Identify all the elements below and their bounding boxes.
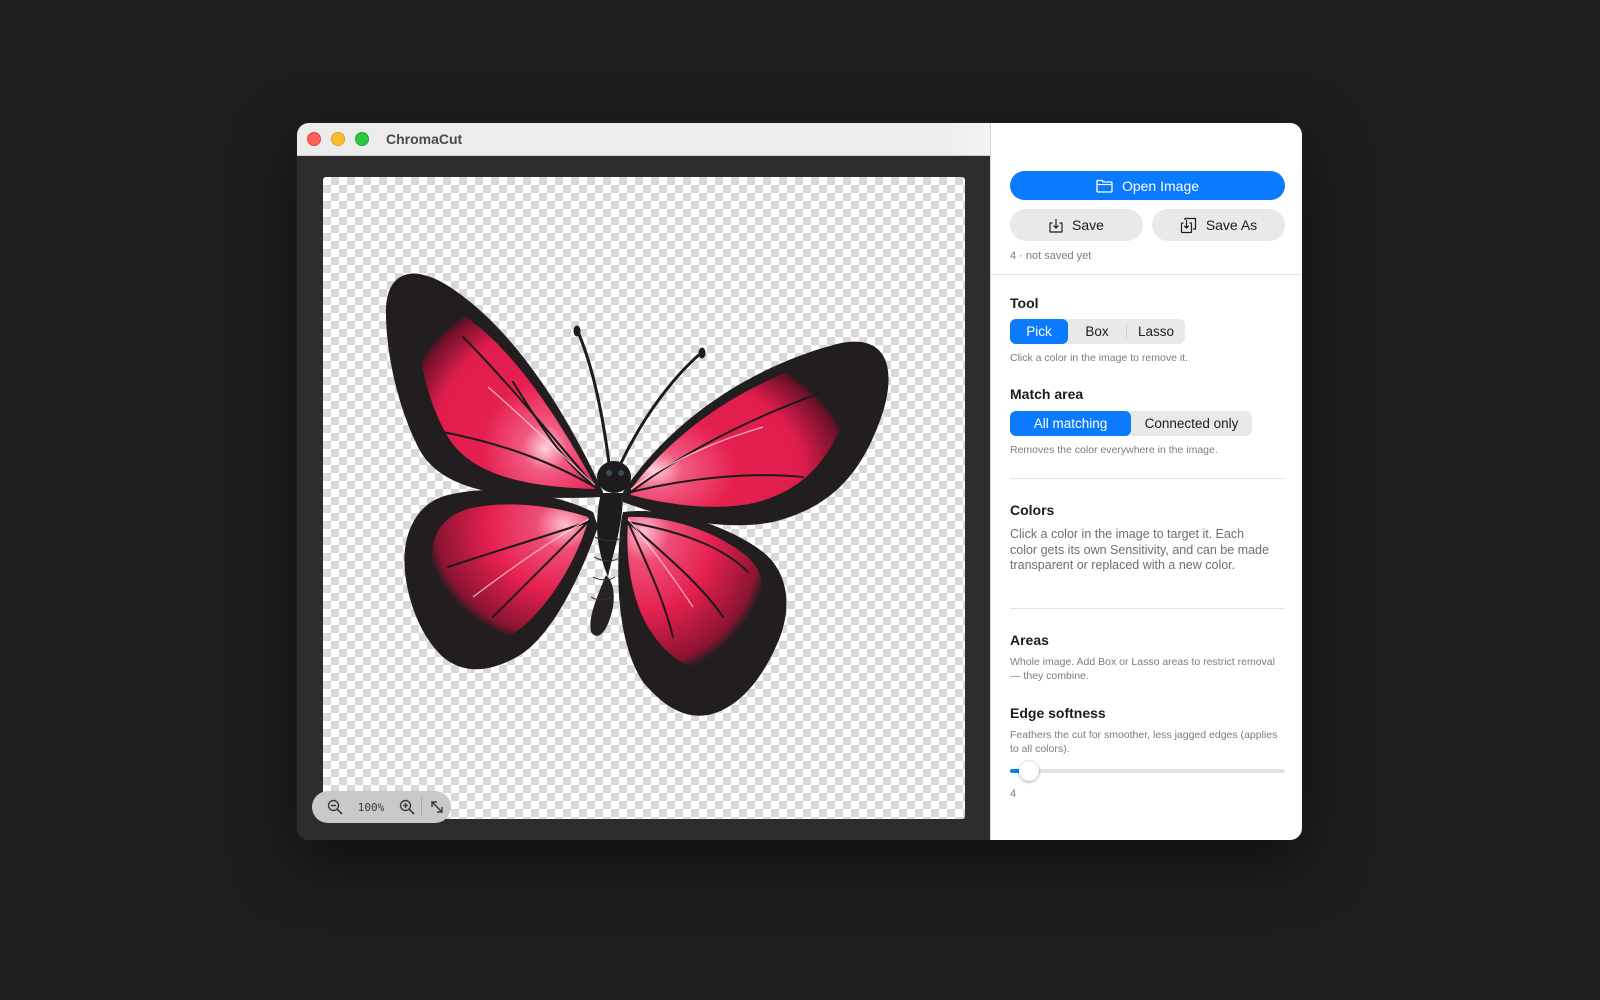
tool-box-option[interactable]: Box — [1068, 319, 1126, 344]
edge-softness-title: Edge softness — [1010, 705, 1106, 721]
slider-thumb[interactable] — [1019, 761, 1039, 781]
divider — [1010, 478, 1285, 479]
zoom-level: 100% — [357, 800, 385, 814]
divider — [991, 274, 1302, 275]
folder-icon — [1096, 179, 1113, 193]
open-image-button[interactable]: Open Image — [1010, 171, 1285, 200]
minimize-window-button[interactable] — [331, 132, 345, 146]
zoom-controls: 100% — [312, 791, 451, 823]
app-window: ChromaCut 100% Open Image Save Save As 4… — [297, 123, 1302, 840]
match-area-title: Match area — [1010, 386, 1084, 402]
save-as-label: Save As — [1205, 217, 1258, 233]
match-area-segmented-control: All matching Connected only — [1010, 411, 1252, 436]
edge-softness-slider[interactable] — [1010, 761, 1285, 781]
areas-title: Areas — [1010, 632, 1049, 648]
save-as-button[interactable]: Save As — [1152, 209, 1285, 241]
edge-softness-value: 4 — [1010, 788, 1017, 800]
areas-description: Whole image. Add Box or Lasso areas to r… — [1010, 656, 1275, 682]
save-button[interactable]: Save — [1010, 209, 1143, 241]
close-window-button[interactable] — [307, 132, 321, 146]
butterfly-image — [385, 273, 889, 716]
expand-arrows-icon — [431, 801, 443, 813]
fit-to-window-button[interactable] — [426, 796, 448, 818]
image-canvas[interactable] — [323, 177, 965, 819]
zoom-divider — [421, 798, 422, 816]
tool-section-title: Tool — [1010, 295, 1039, 311]
tool-segmented-control: Pick Box Lasso — [1010, 319, 1185, 344]
tool-lasso-option[interactable]: Lasso — [1127, 319, 1185, 344]
save-status: 4 · not saved yet — [1010, 250, 1092, 262]
save-icon — [1049, 218, 1063, 233]
zoom-in-button[interactable] — [396, 796, 418, 818]
app-title: ChromaCut — [386, 131, 463, 147]
match-all-option[interactable]: All matching — [1010, 411, 1131, 436]
title-bar: ChromaCut — [297, 123, 990, 156]
save-label: Save — [1072, 217, 1104, 233]
tool-pick-option[interactable]: Pick — [1010, 319, 1068, 344]
match-area-hint: Removes the color everywhere in the imag… — [1010, 444, 1218, 456]
zoom-window-button[interactable] — [355, 132, 369, 146]
zoom-in-icon — [399, 799, 415, 815]
tool-hint: Click a color in the image to remove it. — [1010, 352, 1188, 364]
zoom-out-icon — [327, 799, 343, 815]
divider — [1010, 608, 1285, 609]
edge-softness-hint: Feathers the cut for smoother, less jagg… — [1010, 729, 1278, 755]
zoom-out-button[interactable] — [324, 796, 346, 818]
window-controls — [307, 132, 369, 146]
colors-title: Colors — [1010, 502, 1055, 518]
canvas-area: 100% — [297, 156, 990, 840]
open-image-label: Open Image — [1121, 177, 1200, 194]
sidebar: Open Image Save Save As 4 · not saved ye… — [990, 123, 1302, 840]
save-as-icon — [1180, 217, 1196, 233]
match-connected-option[interactable]: Connected only — [1131, 411, 1252, 436]
colors-description: Click a color in the image to target it.… — [1010, 527, 1269, 572]
